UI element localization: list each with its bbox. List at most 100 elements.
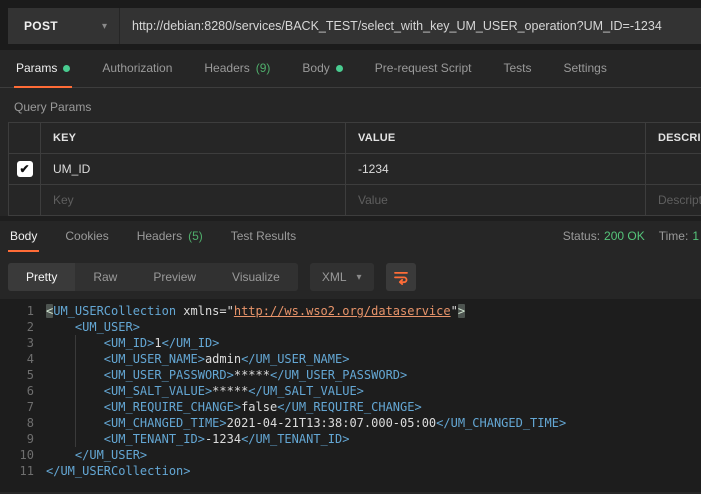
time-value: 1 bbox=[692, 229, 699, 243]
indent-guide bbox=[75, 431, 76, 447]
code-line: 5 <UM_USER_PASSWORD>*****</UM_USER_PASSW… bbox=[0, 367, 701, 383]
language-select[interactable]: XML ▾ bbox=[310, 263, 374, 291]
param-key-cell[interactable]: Key bbox=[41, 185, 346, 216]
view-mode-raw[interactable]: Raw bbox=[75, 263, 135, 291]
url-input[interactable]: http://debian:8280/services/BACK_TEST/se… bbox=[120, 8, 701, 44]
url-bar: POST ▾ http://debian:8280/services/BACK_… bbox=[8, 8, 701, 44]
code-token: 1 bbox=[154, 336, 161, 350]
params-header-key: KEY bbox=[41, 123, 346, 154]
tab-label: Cookies bbox=[65, 229, 108, 243]
tab-params[interactable]: Params bbox=[14, 50, 72, 88]
param-description-cell[interactable] bbox=[646, 154, 701, 185]
line-number: 11 bbox=[0, 463, 46, 479]
code-token: </UM_USERCollection> bbox=[46, 464, 191, 478]
view-mode-visualize[interactable]: Visualize bbox=[214, 263, 298, 291]
param-value-cell[interactable]: Value bbox=[346, 185, 646, 216]
indent-guide bbox=[75, 367, 76, 383]
response-tab-cookies[interactable]: Cookies bbox=[63, 221, 110, 252]
line-number: 3 bbox=[0, 335, 46, 351]
indent-guide bbox=[75, 399, 76, 415]
chevron-down-icon: ▾ bbox=[357, 272, 362, 283]
view-mode-preview[interactable]: Preview bbox=[135, 263, 214, 291]
param-select-cell: ✔ bbox=[9, 154, 41, 185]
code-token: <UM_USER> bbox=[75, 320, 140, 334]
response-meta: Status: 200 OK Time: 1 bbox=[563, 221, 699, 251]
tab-count-badge: (9) bbox=[256, 61, 271, 75]
line-number: 7 bbox=[0, 399, 46, 415]
tab-label: Body bbox=[10, 229, 37, 243]
line-number: 1 bbox=[0, 303, 46, 319]
code-token: ***** bbox=[234, 368, 270, 382]
line-number: 2 bbox=[0, 319, 46, 335]
url-text: http://debian:8280/services/BACK_TEST/se… bbox=[132, 19, 662, 33]
tab-pre-request-script[interactable]: Pre-request Script bbox=[373, 50, 474, 88]
placeholder-text: Key bbox=[53, 193, 74, 207]
code-line: 7 <UM_REQUIRE_CHANGE>false</UM_REQUIRE_C… bbox=[0, 399, 701, 415]
tab-settings[interactable]: Settings bbox=[562, 50, 609, 88]
indent-guide bbox=[75, 415, 76, 431]
line-content: <UM_USER_NAME>admin</UM_USER_NAME> bbox=[46, 351, 701, 367]
response-tab-test-results[interactable]: Test Results bbox=[229, 221, 298, 252]
line-content: <UM_ID>1</UM_ID> bbox=[46, 335, 701, 351]
param-checkbox[interactable]: ✔ bbox=[17, 161, 33, 177]
code-token: </UM_TENANT_ID> bbox=[241, 432, 349, 446]
indent-guide bbox=[75, 335, 76, 351]
code-line: 11</UM_USERCollection> bbox=[0, 463, 701, 479]
code-token: <UM_USER_NAME> bbox=[104, 352, 205, 366]
chevron-down-icon: ▾ bbox=[102, 21, 107, 32]
status-label: Status: bbox=[563, 229, 600, 243]
query-params-section: Query Params KEY VALUE DESCRIPTION ✔ UM_I… bbox=[0, 88, 701, 216]
tab-label: Test Results bbox=[231, 229, 296, 243]
code-line: 4 <UM_USER_NAME>admin</UM_USER_NAME> bbox=[0, 351, 701, 367]
code-token: <UM_USER_PASSWORD> bbox=[104, 368, 234, 382]
response-body-editor[interactable]: 1<UM_USERCollection xmlns="http://ws.wso… bbox=[0, 299, 701, 494]
code-token: </UM_CHANGED_TIME> bbox=[436, 416, 566, 430]
params-header-row: KEY VALUE DESCRIPTION bbox=[9, 123, 701, 154]
query-params-label: Query Params bbox=[0, 88, 701, 122]
line-number: 4 bbox=[0, 351, 46, 367]
code-token: 2021-04-21T13:38:07.000-05:00 bbox=[227, 416, 437, 430]
line-number: 6 bbox=[0, 383, 46, 399]
indent-guide bbox=[75, 383, 76, 399]
param-key-cell[interactable]: UM_ID bbox=[41, 154, 346, 185]
wrap-text-icon bbox=[392, 268, 410, 286]
param-value-cell[interactable]: -1234 bbox=[346, 154, 646, 185]
code-line: 6 <UM_SALT_VALUE>*****</UM_SALT_VALUE> bbox=[0, 383, 701, 399]
code-token: UM_USERCollection bbox=[53, 304, 176, 318]
line-content: <UM_USERCollection xmlns="http://ws.wso2… bbox=[46, 303, 701, 319]
status-badge: 200 OK bbox=[604, 229, 645, 243]
tab-authorization[interactable]: Authorization bbox=[100, 50, 174, 88]
method-select[interactable]: POST ▾ bbox=[8, 8, 120, 44]
tab-tests[interactable]: Tests bbox=[501, 50, 533, 88]
line-content: <UM_USER_PASSWORD>*****</UM_USER_PASSWOR… bbox=[46, 367, 701, 383]
line-number: 8 bbox=[0, 415, 46, 431]
request-tabs: Params Authorization Headers(9) Body Pre-req… bbox=[0, 50, 701, 88]
tab-label: Pre-request Script bbox=[375, 61, 472, 75]
tab-label: Params bbox=[16, 61, 57, 75]
view-mode-pretty[interactable]: Pretty bbox=[8, 263, 75, 291]
code-token: <UM_SALT_VALUE> bbox=[104, 384, 212, 398]
tab-label: Authorization bbox=[102, 61, 172, 75]
code-link[interactable]: http://ws.wso2.org/dataservice bbox=[234, 304, 451, 318]
param-select-cell bbox=[9, 185, 41, 216]
code-token: -1234 bbox=[205, 432, 241, 446]
view-mode-switcher: PrettyRawPreviewVisualize bbox=[8, 263, 298, 291]
wrap-text-button[interactable] bbox=[386, 263, 416, 291]
response-tabs: Body Cookies Headers(5) Test Results bbox=[8, 221, 322, 251]
code-token: ***** bbox=[212, 384, 248, 398]
response-tab-body[interactable]: Body bbox=[8, 221, 39, 252]
param-description-cell[interactable]: Description bbox=[646, 185, 701, 216]
line-content: <UM_USER> bbox=[46, 319, 701, 335]
param-row: ✔ UM_ID-1234 bbox=[9, 154, 701, 185]
tab-headers[interactable]: Headers(9) bbox=[202, 50, 272, 88]
params-header-value: VALUE bbox=[346, 123, 646, 154]
response-tab-headers[interactable]: Headers(5) bbox=[135, 221, 205, 252]
line-content: </UM_USER> bbox=[46, 447, 701, 463]
code-line: 9 <UM_TENANT_ID>-1234</UM_TENANT_ID> bbox=[0, 431, 701, 447]
code-token: false bbox=[241, 400, 277, 414]
code-token: <UM_CHANGED_TIME> bbox=[104, 416, 227, 430]
code-line: 3 <UM_ID>1</UM_ID> bbox=[0, 335, 701, 351]
tab-body[interactable]: Body bbox=[300, 50, 344, 88]
placeholder-text: Description bbox=[658, 193, 701, 207]
indent-guide bbox=[75, 351, 76, 367]
